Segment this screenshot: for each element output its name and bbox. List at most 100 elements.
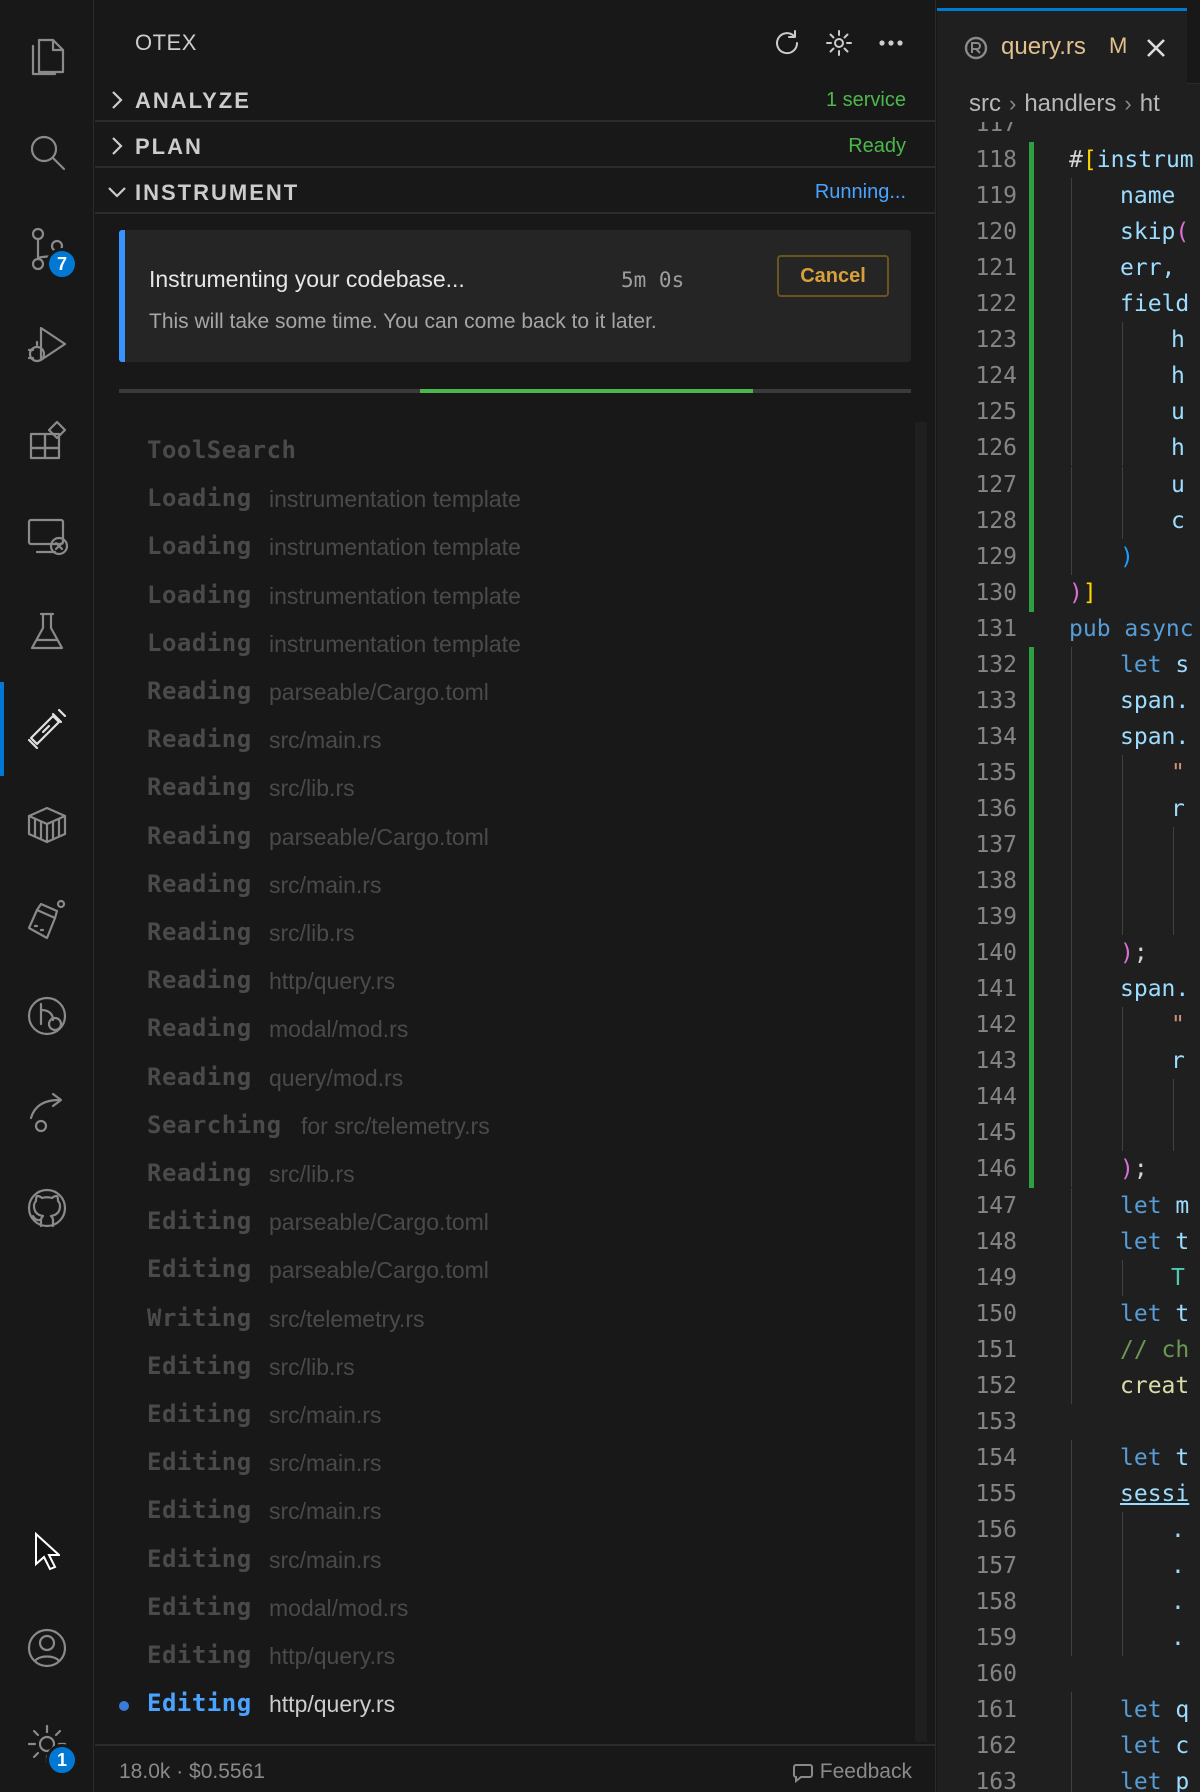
code-line[interactable]: 137: [937, 827, 1200, 864]
log-entry: ToolSearch: [95, 428, 936, 472]
search-icon[interactable]: [0, 112, 94, 192]
containers-icon[interactable]: [0, 784, 94, 864]
testing-icon[interactable]: [0, 592, 94, 672]
line-number: 141: [975, 976, 1017, 1003]
rust-file-icon: [964, 36, 988, 60]
timeline-icon[interactable]: [0, 976, 94, 1056]
close-icon[interactable]: [1145, 37, 1171, 63]
code-line[interactable]: 131 pub async: [937, 611, 1200, 647]
code-line[interactable]: 129): [937, 538, 1200, 576]
code-line[interactable]: 148 let t: [937, 1223, 1200, 1260]
breadcrumb-item[interactable]: src: [969, 90, 1001, 118]
code-line[interactable]: 132 let s: [937, 646, 1200, 684]
breadcrumb-item[interactable]: handlers: [1024, 90, 1116, 118]
added-line-marker: [1029, 466, 1034, 504]
log-scrollbar[interactable]: [915, 422, 927, 1742]
log-entry: Editing modal/mod.rs: [95, 1585, 936, 1629]
code-line[interactable]: 163 let p: [937, 1764, 1200, 1792]
code-line[interactable]: 146);: [937, 1151, 1200, 1189]
code-text: T: [1171, 1264, 1185, 1291]
code-line[interactable]: 140);: [937, 935, 1200, 973]
code-line[interactable]: 139: [937, 899, 1200, 937]
code-line[interactable]: 149 T: [937, 1259, 1200, 1296]
code-line[interactable]: 145: [937, 1115, 1200, 1153]
chevron-right-icon: ›: [1124, 91, 1132, 116]
code-line[interactable]: 120 skip(: [937, 214, 1200, 252]
explorer-icon[interactable]: [0, 16, 94, 96]
code-line[interactable]: 161 let q: [937, 1692, 1200, 1729]
code-line[interactable]: 155 sessi: [937, 1475, 1200, 1512]
code-line[interactable]: 150 let t: [937, 1295, 1200, 1332]
code-editor[interactable]: 117 118 #[instrum 119 name 120 skip(121 err, 1…: [937, 122, 1200, 1792]
lab-icon[interactable]: [0, 880, 94, 960]
run-debug-icon[interactable]: [0, 304, 94, 384]
code-line[interactable]: 134 span.: [937, 718, 1200, 756]
otex-icon[interactable]: [0, 688, 94, 768]
share-icon[interactable]: [0, 1072, 94, 1152]
more-actions-icon[interactable]: [876, 26, 906, 60]
code-line[interactable]: 156.: [937, 1511, 1200, 1548]
code-line[interactable]: 121 err,: [937, 250, 1200, 288]
section-instrument[interactable]: INSTRUMENT Running...: [95, 170, 936, 214]
line-number: 129: [975, 543, 1017, 570]
code-line[interactable]: 124 h: [937, 358, 1200, 396]
code-line[interactable]: 157.: [937, 1548, 1200, 1584]
code-line[interactable]: 144: [937, 1079, 1200, 1117]
line-number: 145: [975, 1120, 1017, 1147]
code-line[interactable]: 118 #[instrum: [937, 142, 1200, 180]
otex-sidebar: OTEX ANALYZE 1 service PLAN Ready INSTRU…: [95, 0, 936, 1792]
code-line[interactable]: 136 r: [937, 790, 1200, 828]
tab-query-rs[interactable]: query.rs M: [937, 8, 1187, 84]
code-line[interactable]: 128 c: [937, 502, 1200, 540]
code-line[interactable]: 135 ": [937, 754, 1200, 792]
code-line[interactable]: 126 h: [937, 430, 1200, 468]
settings-gear-icon[interactable]: [0, 1704, 94, 1784]
remote-explorer-icon[interactable]: [0, 496, 94, 576]
section-analyze[interactable]: ANALYZE 1 service: [95, 78, 936, 122]
code-line[interactable]: 130)]: [937, 574, 1200, 612]
code-line[interactable]: 133 span.: [937, 682, 1200, 720]
code-line[interactable]: 119 name: [937, 178, 1200, 216]
gear-icon[interactable]: [824, 26, 854, 60]
added-line-marker: [1029, 142, 1034, 180]
section-status: Running...: [814, 181, 906, 203]
log-target: http/query.rs: [269, 1691, 396, 1718]
code-line[interactable]: 117: [937, 122, 1200, 142]
code-line[interactable]: 160: [937, 1656, 1200, 1692]
editor: query.rs M src › handlers › ht 117 118 #[i…: [937, 0, 1200, 1792]
code-line[interactable]: 143 r: [937, 1043, 1200, 1081]
log-entry: Reading src/lib.rs: [95, 1151, 936, 1195]
code-text: ): [1120, 543, 1134, 570]
github-icon[interactable]: [0, 1168, 94, 1248]
code-line[interactable]: 153: [937, 1404, 1200, 1440]
code-line[interactable]: 154 let t: [937, 1439, 1200, 1476]
breadcrumb-item[interactable]: ht: [1140, 90, 1160, 118]
indent-guide: [1122, 754, 1123, 791]
code-line[interactable]: 122 field: [937, 286, 1200, 324]
code-line[interactable]: 138: [937, 863, 1200, 901]
extensions-icon[interactable]: [0, 400, 94, 480]
feedback-link[interactable]: Feedback: [792, 1760, 912, 1784]
code-line[interactable]: 152 creat: [937, 1367, 1200, 1404]
code-line[interactable]: 123 h: [937, 322, 1200, 360]
code-line[interactable]: 141 span.: [937, 971, 1200, 1009]
cancel-button[interactable]: Cancel: [777, 255, 889, 297]
refresh-icon[interactable]: [772, 26, 802, 60]
line-number: 147: [975, 1192, 1017, 1219]
indent-guide: [1122, 899, 1123, 936]
code-line[interactable]: 142 ": [937, 1007, 1200, 1045]
code-line[interactable]: 147 let m: [937, 1187, 1200, 1224]
accounts-icon[interactable]: [0, 1608, 94, 1688]
line-number: 154: [975, 1444, 1017, 1471]
log-target: src/main.rs: [269, 871, 382, 898]
code-line[interactable]: 158.: [937, 1584, 1200, 1621]
code-line[interactable]: 162 let c: [937, 1728, 1200, 1765]
source-control-icon[interactable]: [0, 208, 94, 288]
section-plan[interactable]: PLAN Ready: [95, 124, 936, 168]
log-entry: Editing http/query.rs: [95, 1681, 936, 1725]
code-line[interactable]: 125 u: [937, 394, 1200, 432]
code-line[interactable]: 159.: [937, 1620, 1200, 1657]
code-line[interactable]: 127 u: [937, 466, 1200, 504]
code-line[interactable]: 151 // ch: [937, 1331, 1200, 1368]
code-text: let s: [1120, 651, 1190, 678]
